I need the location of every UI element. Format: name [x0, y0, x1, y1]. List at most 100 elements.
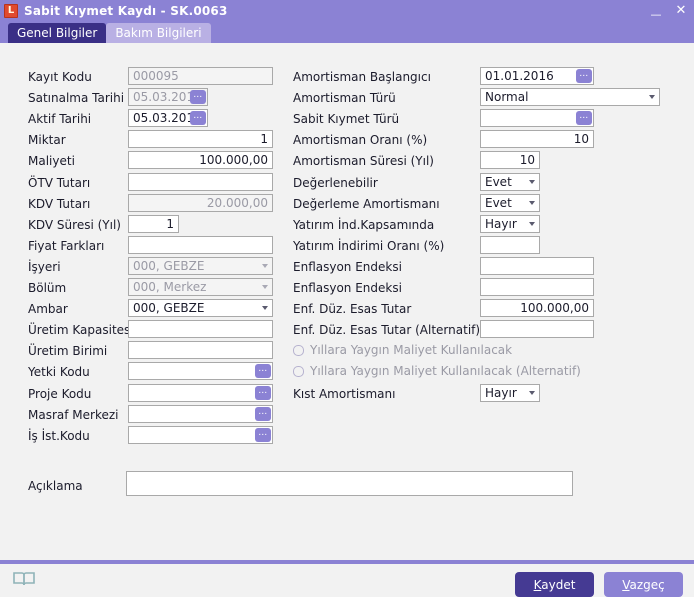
left-uretim-kapasitesi-input[interactable] [128, 320, 273, 339]
left-masraf-merkezi-browse-button[interactable]: … [255, 406, 271, 421]
right-yillara-yaygin-maliyet-kullanilacak-alternatif-label: Yıllara Yaygın Maliyet Kullanılacak (Alt… [310, 364, 581, 379]
left-proje-kodu-browse-button[interactable]: … [255, 385, 271, 400]
left-uretim-birimi-input[interactable] [128, 341, 273, 360]
right-amortisman-turu-select[interactable]: Normal [480, 88, 660, 107]
left-maliyeti-value: 100.000,00 [199, 153, 268, 168]
right-amortisman-turu-chevron-down-icon [649, 95, 655, 100]
left-uretim-birimi-label: Üretim Birimi [28, 344, 108, 359]
left-aktif-tarihi-browse-button[interactable]: … [190, 111, 206, 126]
window-controls: — ✕ [649, 0, 688, 21]
right-amortisman-suresi-yil-value: 10 [519, 153, 535, 168]
right-enflasyon-endeksi-input[interactable] [480, 278, 594, 296]
right-degerlenebilir-chevron-down-icon [529, 179, 535, 184]
right-amortisman-orani-value: 10 [573, 132, 589, 147]
left-uretim-kapasitesi-label: Üretim Kapasitesi [28, 323, 134, 338]
right-enflasyon-endeksi-input[interactable] [480, 256, 594, 275]
window-bottom-edge [0, 560, 694, 564]
aciklama-label: Açıklama [28, 479, 83, 493]
left-proje-kodu-label: Proje Kodu [28, 386, 92, 401]
right-enf-duz-esas-tutar-input[interactable]: 100.000,00 [480, 299, 594, 318]
save-button-label: Kaydet [534, 578, 576, 592]
left-ambar-select[interactable]: 000, GEBZE [128, 299, 273, 318]
title-bar: L Sabit Kıymet Kaydı - SK.0063 — ✕ [0, 0, 694, 21]
left-yetki-kodu-input[interactable]: … [128, 362, 273, 381]
tab-genel-bilgiler[interactable]: Genel Bilgiler [8, 23, 107, 43]
left-otv-tutari-input[interactable] [128, 172, 273, 191]
right-degerleme-amortismani-select[interactable]: Evet [480, 193, 540, 212]
save-button[interactable]: Kaydet [515, 572, 594, 597]
left-i-s-i-st-kodu-browse-button[interactable]: … [255, 427, 271, 442]
right-sabit-kiymet-turu-input[interactable]: … [480, 109, 594, 128]
left-fiyat-farklari-input[interactable] [128, 235, 273, 254]
right-kist-amortismani-select[interactable]: Hayır [480, 383, 540, 402]
right-amortisman-baslangici-input[interactable]: 01.01.2016 … [480, 67, 594, 85]
left-yetki-kodu-browse-button[interactable]: … [255, 364, 271, 379]
left-ambar-chevron-down-icon [262, 306, 268, 311]
left-aktif-tarihi-input[interactable]: 05.03.2016… [128, 109, 208, 128]
right-amortisman-baslangici-value: 01.01.2016 [485, 69, 554, 83]
left-bolum-label: Bölüm [28, 281, 67, 295]
left-i-syeri-select[interactable]: 000, GEBZE [128, 256, 273, 275]
tab-bakim-bilgileri[interactable]: Bakım Bilgileri [106, 23, 211, 43]
right-yatirim-i-nd-kapsaminda-label: Yatırım İnd.Kapsamında [293, 217, 435, 232]
right-yatirim-i-nd-kapsaminda-select[interactable]: Hayır [480, 214, 540, 233]
left-masraf-merkezi-input[interactable]: … [128, 404, 273, 423]
right-kist-amortismani-label: Kıst Amortismanı [293, 386, 396, 401]
left-bolum-select[interactable]: 000, Merkez [128, 278, 273, 296]
right-yillara-yaygin-maliyet-kullanilacak-checkbox [293, 344, 304, 356]
right-yillara-yaygin-maliyet-kullanilacak-alternatif-checkbox-row: Yıllara Yaygın Maliyet Kullanılacak (Alt… [293, 364, 581, 378]
save-accel: K [533, 577, 542, 592]
right-degerleme-amortismani-label: Değerleme Amortismanı [293, 196, 440, 211]
left-miktar-label: Miktar [28, 133, 66, 148]
left-proje-kodu-input[interactable]: … [128, 383, 273, 402]
app-logo-icon: L [4, 3, 18, 18]
left-satinalma-tarihi-input[interactable]: 05.03.2016… [128, 88, 208, 107]
close-icon[interactable]: ✕ [674, 4, 688, 17]
left-satinalma-tarihi-browse-button[interactable]: … [190, 90, 206, 105]
right-yatirim-i-nd-kapsaminda-chevron-down-icon [529, 221, 535, 226]
left-kdv-suresi-yil-input[interactable]: 1 [128, 214, 179, 233]
left-kdv-tutari-label: KDV Tutarı [28, 196, 91, 211]
left-maliyeti-input[interactable]: 100.000,00 [128, 151, 273, 170]
left-miktar-value: 1 [260, 132, 268, 147]
right-amortisman-suresi-yil-input[interactable]: 10 [480, 151, 540, 170]
right-amortisman-baslangici-browse-button[interactable]: … [576, 69, 592, 83]
cancel-accel: V [622, 577, 630, 592]
right-enf-duz-esas-tutar-alternatif-input[interactable] [480, 320, 594, 339]
window-title: Sabit Kıymet Kaydı - SK.0063 [24, 3, 228, 18]
right-sabit-kiymet-turu-browse-button[interactable]: … [576, 111, 592, 126]
left-ambar-value: 000, GEBZE [133, 301, 205, 316]
cancel-button-label: Vazgeç [622, 578, 665, 592]
left-kayit-kodu-input[interactable]: 000095 [128, 67, 273, 85]
save-rest: aydet [541, 577, 576, 592]
left-kdv-tutari-input[interactable]: 20.000,00 [128, 193, 273, 212]
right-enf-duz-esas-tutar-alternatif-label: Enf. Düz. Esas Tutar (Alternatif) [293, 323, 481, 338]
right-kist-amortismani-chevron-down-icon [529, 390, 535, 395]
right-degerlenebilir-select[interactable]: Evet [480, 172, 540, 191]
left-i-syeri-chevron-down-icon [262, 263, 268, 268]
right-amortisman-turu-value: Normal [485, 90, 529, 105]
right-amortisman-turu-label: Amortisman Türü [293, 91, 396, 106]
right-kist-amortismani-value: Hayır [485, 385, 517, 400]
cancel-button[interactable]: Vazgeç [604, 572, 683, 597]
tab-strip: Genel Bilgiler Bakım Bilgileri [0, 21, 694, 43]
right-yatirim-i-ndirimi-orani-label: Yatırım İndirimi Oranı (%) [293, 238, 445, 253]
left-fiyat-farklari-label: Fiyat Farkları [28, 238, 105, 253]
left-kdv-suresi-yil-label: KDV Süresi (Yıl) [28, 217, 121, 232]
right-yatirim-i-ndirimi-orani-input[interactable] [480, 235, 540, 254]
right-degerleme-amortismani-value: Evet [485, 195, 512, 210]
right-amortisman-orani-label: Amortisman Oranı (%) [293, 133, 428, 148]
right-yatirim-i-nd-kapsaminda-value: Hayır [485, 216, 517, 231]
left-miktar-input[interactable]: 1 [128, 130, 273, 149]
left-yetki-kodu-label: Yetki Kodu [28, 365, 90, 380]
aciklama-input[interactable] [126, 471, 573, 496]
left-kayit-kodu-label: Kayıt Kodu [28, 70, 92, 84]
right-amortisman-orani-input[interactable]: 10 [480, 130, 594, 149]
right-yillara-yaygin-maliyet-kullanilacak-label: Yıllara Yaygın Maliyet Kullanılacak [310, 343, 513, 358]
open-book-icon[interactable] [12, 570, 36, 588]
left-i-s-i-st-kodu-label: İş İst.Kodu [28, 428, 90, 443]
left-satinalma-tarihi-label: Satınalma Tarihi [28, 91, 125, 106]
right-degerlenebilir-label: Değerlenebilir [293, 175, 378, 190]
minimize-icon[interactable]: — [649, 9, 663, 20]
left-i-s-i-st-kodu-input[interactable]: … [128, 425, 273, 444]
